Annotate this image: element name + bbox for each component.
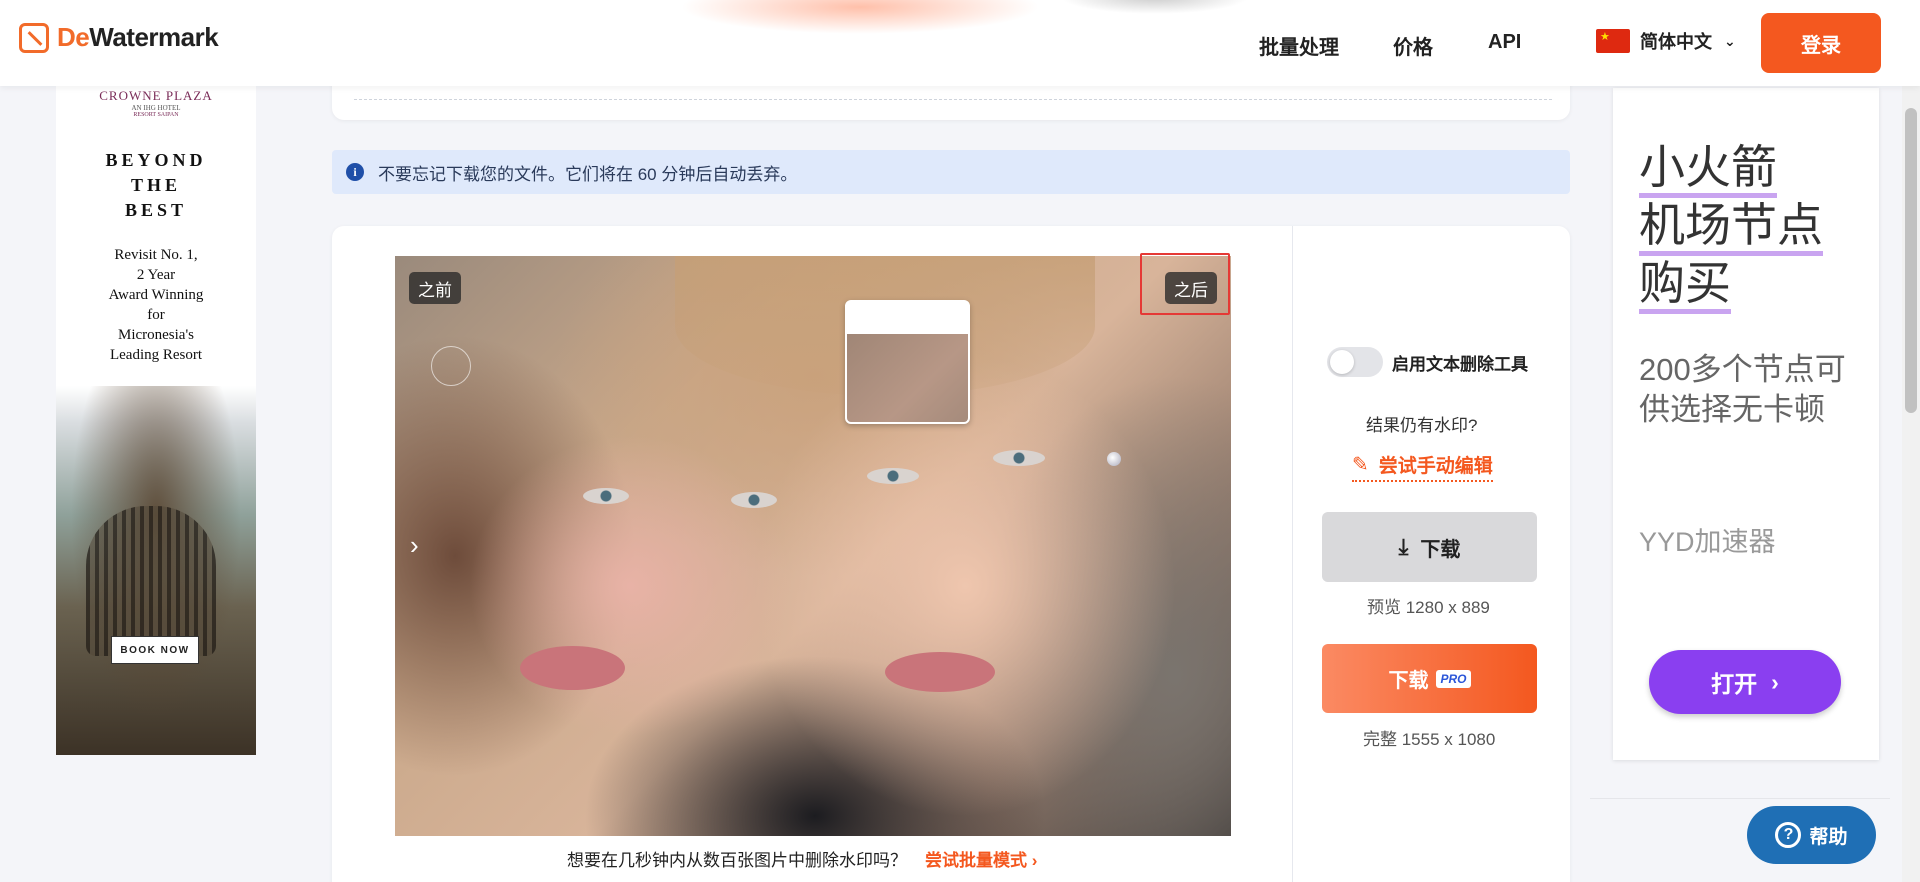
ad-book-now-button[interactable]: BOOK NOW xyxy=(111,636,199,664)
still-watermark-question: 结果仍有水印? xyxy=(1366,416,1478,435)
nav-batch[interactable]: 批量处理 xyxy=(1259,31,1339,60)
before-label[interactable]: 之前 xyxy=(409,272,461,304)
text-removal-toggle[interactable] xyxy=(1327,347,1383,377)
image-eye xyxy=(731,492,777,508)
image-lips xyxy=(520,646,625,690)
nav-pricing[interactable]: 价格 xyxy=(1393,31,1433,60)
chevron-right-icon: › xyxy=(1771,668,1779,695)
download-pro-button[interactable]: 下载 PRO xyxy=(1322,644,1537,713)
question-icon: ? xyxy=(1775,822,1802,848)
top-header: DeWatermark 批量处理 价格 API 简体中文 ⌄ 登录 xyxy=(0,0,1920,86)
image-eye xyxy=(583,488,629,504)
batch-prompt-text: 想要在几秒钟内从数百张图片中删除水印吗？ xyxy=(567,851,907,870)
nav-api[interactable]: API xyxy=(1488,31,1521,54)
logo-icon xyxy=(19,22,49,53)
full-size-text: 完整 1555 x 1080 xyxy=(1363,730,1496,749)
info-notice: i 不要忘记下载您的文件。它们将在 60 分钟后自动丢弃。 xyxy=(332,150,1570,194)
pro-badge: PRO xyxy=(1436,669,1471,688)
ad-body-text: Revisit No. 1, 2 Year Award Winning for … xyxy=(108,247,204,363)
download-preview-button[interactable]: ⤓ 下载 xyxy=(1322,512,1537,582)
download-icon: ⤓ xyxy=(1398,534,1409,559)
eraser-icon: ✎ xyxy=(1352,454,1369,476)
manual-edit-link[interactable]: ✎ 尝试手动编辑 xyxy=(1352,451,1493,482)
login-button[interactable]: 登录 xyxy=(1761,13,1881,73)
after-label-highlight xyxy=(1140,253,1230,315)
zoom-magnifier[interactable] xyxy=(845,300,970,424)
blurred-banner-secondary xyxy=(1060,0,1250,14)
image-lips xyxy=(885,652,995,692)
ad-open-button[interactable]: 打开 › xyxy=(1649,650,1841,714)
text-removal-toggle-label: 启用文本删除工具 xyxy=(1392,355,1528,374)
ad-brand-name: YYD加速器 xyxy=(1639,527,1776,557)
scrollbar-thumb[interactable] xyxy=(1905,108,1917,413)
info-icon: i xyxy=(346,163,364,181)
preview-size-text: 预览 1280 x 889 xyxy=(1367,598,1490,617)
language-selector[interactable]: 简体中文 ⌄ xyxy=(1596,28,1736,54)
batch-mode-link[interactable]: 尝试批量模式 › xyxy=(925,846,1037,871)
blurred-banner xyxy=(680,0,1040,34)
dashed-divider xyxy=(354,99,1552,100)
info-text: 不要忘记下载您的文件。它们将在 60 分钟后自动丢弃。 xyxy=(378,164,798,184)
magnifier-content xyxy=(847,334,968,422)
logo-text: DeWatermark xyxy=(57,22,219,52)
batch-prompt: 想要在几秒钟内从数百张图片中删除水印吗？ 尝试批量模式 › xyxy=(567,846,1037,871)
image-eye xyxy=(867,468,919,484)
china-flag-icon xyxy=(1596,29,1630,53)
slider-chevron-icon[interactable]: › xyxy=(410,530,419,561)
right-advertisement[interactable]: 小火箭 机场节点 购买 200多个节点可供选择无卡顿 YYD加速器 打开 › xyxy=(1613,88,1879,760)
image-earring xyxy=(1107,452,1121,466)
image-eye xyxy=(993,450,1045,466)
ad-brand-logo: CROWNE PLAZA AN IHG HOTEL RESORT SAIPAN xyxy=(99,88,213,118)
faint-watermark xyxy=(431,346,471,386)
chevron-right-icon: › xyxy=(1031,851,1038,870)
language-label: 简体中文 xyxy=(1640,32,1712,52)
ad-headline: BEYOND THE BEST xyxy=(105,150,207,220)
ad-resort-photo xyxy=(56,386,256,755)
logo[interactable]: DeWatermark xyxy=(19,22,219,53)
result-image[interactable]: 之前 之后 xyxy=(395,256,1231,836)
sidebar-divider xyxy=(1590,798,1890,799)
ad-subtitle: 200多个节点可供选择无卡顿 xyxy=(1639,352,1846,427)
help-button[interactable]: ? 帮助 xyxy=(1747,806,1876,864)
left-advertisement[interactable]: CROWNE PLAZA AN IHG HOTEL RESORT SAIPAN … xyxy=(56,86,256,755)
chevron-down-icon: ⌄ xyxy=(1724,32,1736,49)
panel-divider xyxy=(1292,226,1293,882)
ad-title: 小火箭 机场节点 购买 xyxy=(1639,138,1823,314)
